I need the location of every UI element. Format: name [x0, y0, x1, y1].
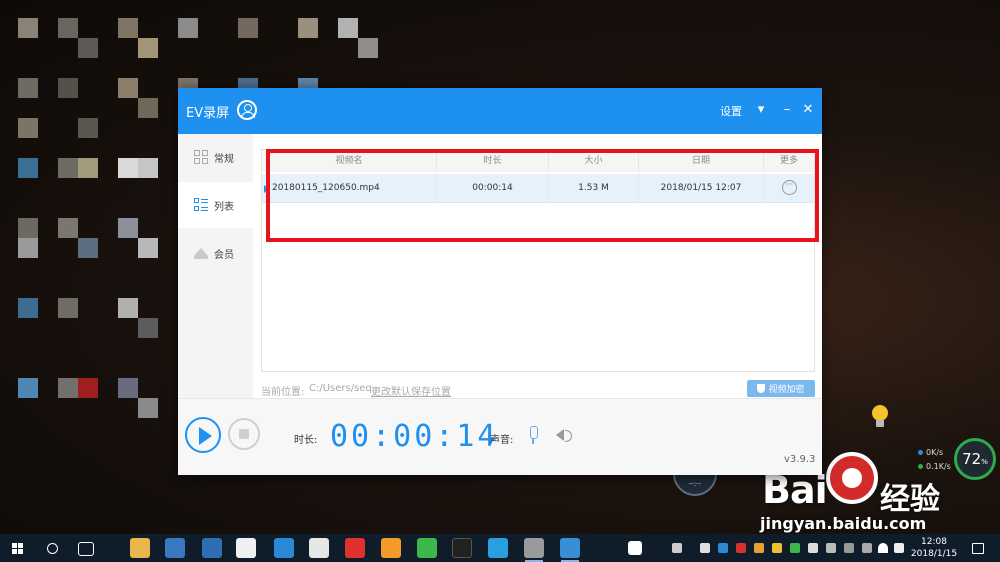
tray-app-icon[interactable]: [754, 543, 764, 553]
change-save-location-link[interactable]: 更改默认保存位置: [371, 383, 451, 398]
baidu-paw-logo: [826, 452, 878, 504]
amazon-icon[interactable]: [236, 538, 256, 558]
gauge-value: 72: [962, 450, 982, 468]
people-icon[interactable]: [672, 543, 682, 553]
lightbulb-icon[interactable]: [869, 405, 891, 429]
netease-music-icon[interactable]: [345, 538, 365, 558]
tray-app-icon[interactable]: [826, 543, 836, 553]
more-cell: ···: [764, 174, 814, 203]
close-button[interactable]: ✕: [799, 100, 817, 120]
app-title: EV录屏: [186, 106, 230, 121]
tray-app-icon[interactable]: [790, 543, 800, 553]
tray-app-icon[interactable]: [808, 543, 818, 553]
list-icon: [194, 198, 208, 212]
wifi-icon[interactable]: [878, 543, 888, 553]
table-header: 视频名 时长 大小 日期 更多: [262, 150, 814, 172]
ev-recorder-taskbar-icon[interactable]: [560, 538, 580, 562]
column-header-duration[interactable]: 时长: [437, 150, 549, 172]
grid-icon: [194, 150, 208, 164]
clock-time: 12:08: [921, 537, 947, 547]
video-player-icon[interactable]: [488, 538, 508, 558]
column-header-more: 更多: [779, 156, 798, 166]
gauge-unit: %: [981, 458, 988, 466]
mail-icon[interactable]: [309, 538, 329, 558]
tray-app-icon[interactable]: [700, 543, 710, 553]
video-name: 20180115_120650.mp4: [262, 174, 437, 203]
sidebar-item-member[interactable]: 会员: [178, 230, 253, 276]
video-size: 1.53 M: [549, 174, 639, 203]
taskbar: 12:08 2018/1/15: [0, 534, 1000, 562]
recording-controls: 时长: 00:00:14 声音: v3.9.3: [178, 398, 822, 475]
task-view-icon[interactable]: [78, 542, 94, 556]
ev-recorder-window: EV录屏 设置 ▾ – ✕ 常规 列表 会员 视频名 时长 大小 日期 更多 2…: [178, 88, 822, 475]
watermark-jingyan: 经验: [880, 482, 940, 517]
encrypt-label: 视频加密: [768, 385, 805, 395]
minimize-button[interactable]: –: [778, 100, 796, 120]
save-path-bar: 当前位置: C:/Users/seq 更改默认保存位置 视频加密: [261, 380, 815, 398]
edge-browser-icon[interactable]: [274, 538, 294, 558]
clock-date: 2018/1/15: [910, 549, 958, 559]
column-header-size[interactable]: 大小: [549, 150, 639, 172]
crown-icon: [194, 247, 208, 259]
sidebar-item-label: 会员: [214, 249, 234, 261]
wechat-icon[interactable]: [417, 538, 437, 558]
settings-button[interactable]: 设置: [720, 103, 742, 119]
store-icon[interactable]: [165, 538, 185, 558]
keyboard-icon[interactable]: [844, 543, 854, 553]
table-row[interactable]: 20180115_120650.mp4 00:00:14 1.53 M 2018…: [262, 174, 814, 203]
tray-app-icon[interactable]: [772, 543, 782, 553]
app-icon[interactable]: [381, 538, 401, 558]
title-bar[interactable]: EV录屏 设置 ▾ – ✕: [178, 88, 822, 134]
menu-dropdown-icon[interactable]: ▾: [752, 100, 770, 120]
shield-icon: [757, 384, 766, 393]
action-center-icon[interactable]: [972, 543, 984, 554]
path-label: 当前位置:: [261, 387, 305, 398]
windows-start-icon[interactable]: [12, 543, 23, 554]
video-duration: 00:00:14: [437, 174, 549, 203]
memory-gauge[interactable]: 72%: [954, 438, 996, 480]
computer-icon[interactable]: [202, 538, 222, 558]
sidebar-item-label: 列表: [214, 201, 234, 213]
recording-timer: 00:00:14: [330, 419, 499, 454]
recording-time: --:--: [688, 480, 702, 488]
taskbar-clock[interactable]: 12:08 2018/1/15: [909, 536, 959, 560]
path-value: C:/Users/seq: [309, 383, 372, 394]
qq-icon[interactable]: [452, 538, 472, 558]
watermark-url: jingyan.baidu.com: [760, 514, 927, 533]
video-list-table: 视频名 时长 大小 日期 更多 20180115_120650.mp4 00:0…: [261, 149, 815, 372]
stop-recording-button[interactable]: [228, 418, 260, 450]
download-speed: 0.1K/s: [926, 462, 951, 471]
app-icon-3[interactable]: [628, 541, 642, 555]
column-header-date[interactable]: 日期: [639, 150, 764, 172]
user-icon[interactable]: [237, 100, 257, 120]
app-icon-2[interactable]: [524, 538, 544, 562]
start-recording-button[interactable]: [185, 417, 221, 453]
sidebar-item-list[interactable]: 列表: [178, 182, 253, 228]
column-header-name[interactable]: 视频名: [262, 150, 437, 172]
volume-icon[interactable]: [894, 543, 904, 553]
upload-speed: 0K/s: [926, 448, 944, 457]
microphone-icon[interactable]: [528, 426, 538, 444]
speaker-icon[interactable]: [556, 429, 572, 442]
sidebar-item-label: 常规: [214, 153, 234, 165]
video-date: 2018/01/15 12:07: [639, 174, 764, 203]
file-explorer-icon[interactable]: [130, 538, 150, 558]
battery-icon[interactable]: [862, 543, 872, 553]
sidebar-item-general[interactable]: 常规: [178, 134, 253, 180]
tray-app-icon[interactable]: [736, 543, 746, 553]
tray-shield-icon[interactable]: [718, 543, 728, 553]
version-label: v3.9.3: [784, 454, 816, 465]
video-encrypt-button[interactable]: 视频加密: [747, 380, 815, 397]
duration-label: 时长:: [294, 435, 318, 446]
volume-label: 声音:: [490, 435, 514, 446]
sidebar: 常规 列表 会员: [178, 134, 253, 399]
cortana-search-icon[interactable]: [47, 543, 58, 554]
more-options-icon[interactable]: ···: [781, 180, 797, 195]
